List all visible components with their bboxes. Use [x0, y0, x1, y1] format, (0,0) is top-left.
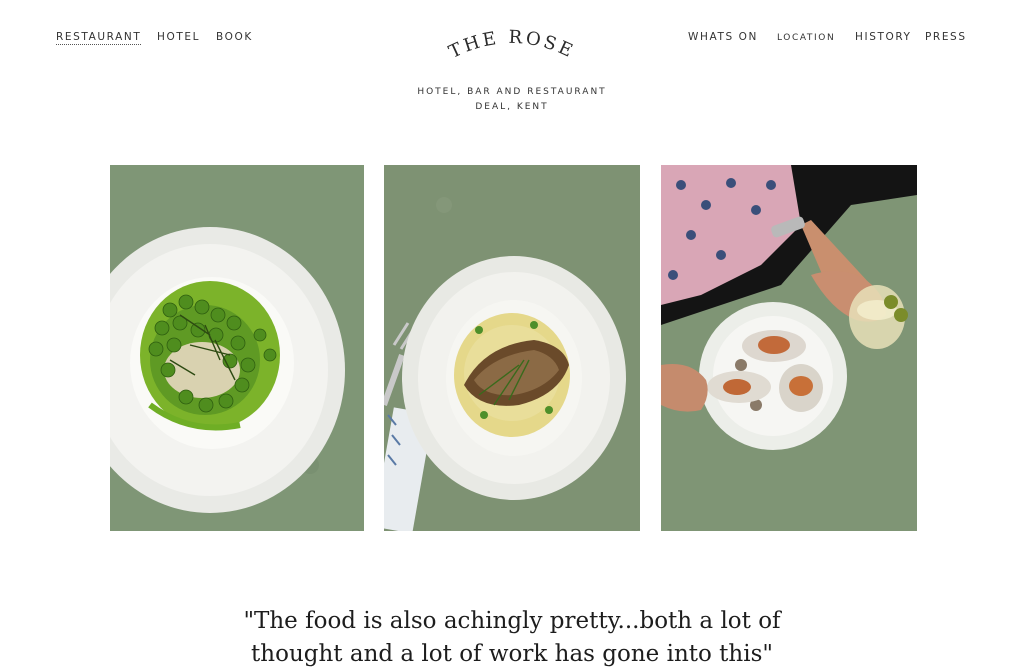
- nav-hotel[interactable]: Hotel: [157, 31, 200, 43]
- oyster-dish-photo: [661, 165, 917, 531]
- tagline-line-2: Deal, Kent: [475, 102, 549, 112]
- nav-press[interactable]: Press: [925, 31, 967, 43]
- tagline-line-1: Hotel, Bar and Restaurant: [417, 87, 607, 97]
- gallery-photo-peas: [110, 165, 364, 531]
- nav-whats-on[interactable]: Whats On: [688, 31, 758, 43]
- nav-restaurant[interactable]: Restaurant: [56, 31, 142, 45]
- nav-location[interactable]: Location: [777, 33, 835, 43]
- logo[interactable]: THE ROSE: [432, 26, 592, 70]
- fish-dish-photo: [384, 165, 640, 531]
- logo-text: THE ROSE: [446, 27, 579, 63]
- nav-book[interactable]: Book: [216, 31, 253, 43]
- nav-history[interactable]: History: [855, 31, 912, 43]
- pea-dish-photo: [110, 165, 364, 531]
- gallery-photo-oysters: [661, 165, 917, 531]
- press-quote: "The food is also achingly pretty...both…: [243, 608, 781, 667]
- gallery-photo-fish: [384, 165, 640, 531]
